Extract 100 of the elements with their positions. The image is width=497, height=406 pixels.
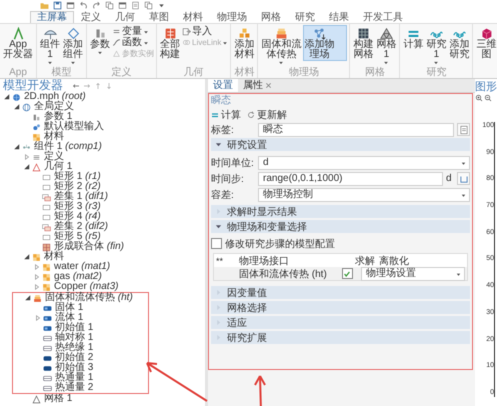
tree-item[interactable]: 初始值 2 bbox=[55, 353, 94, 363]
tree-item[interactable]: 2D.mph (root) bbox=[24, 92, 86, 102]
section-header[interactable]: 物理场和变量选择 bbox=[211, 220, 470, 234]
tree-item[interactable]: 形成联合体 (fin) bbox=[54, 242, 124, 252]
collapse-arrow-icon[interactable] bbox=[4, 94, 10, 100]
tree-item[interactable]: 轴对称 1 bbox=[55, 333, 94, 343]
copy-icon[interactable] bbox=[144, 1, 153, 10]
down-arrow-icon[interactable] bbox=[105, 82, 113, 90]
tree-item[interactable]: 矩形 2 (r2) bbox=[54, 182, 101, 192]
tree-item[interactable]: 默认模型输入 bbox=[44, 122, 104, 132]
ribbon-tab[interactable]: 物理场 bbox=[210, 11, 254, 23]
section-header[interactable]: 求解时显示结果 bbox=[211, 205, 470, 219]
zoom-out-icon[interactable] bbox=[484, 94, 492, 102]
ribbon-button[interactable]: 函数 bbox=[112, 37, 154, 48]
text-field[interactable]: range(0,0.1,1000) bbox=[258, 172, 443, 186]
expand-arrow-icon[interactable] bbox=[24, 154, 30, 160]
ribbon-tab[interactable]: 开发工具 bbox=[356, 11, 410, 23]
ribbon-button[interactable]: 构建网格 bbox=[352, 25, 374, 61]
save-icon[interactable] bbox=[53, 1, 62, 10]
ribbon-button[interactable]: 研究 1 bbox=[425, 25, 448, 67]
ribbon-tab[interactable]: 几何 bbox=[108, 11, 142, 23]
tree-item[interactable]: 几何 1 bbox=[44, 162, 72, 172]
tree-item[interactable]: 材料 bbox=[44, 252, 64, 262]
back-arrow-icon[interactable] bbox=[72, 82, 80, 90]
ribbon-tab[interactable]: 定义 bbox=[74, 11, 108, 23]
undo-icon[interactable] bbox=[79, 1, 88, 10]
section-header[interactable]: 适应 bbox=[211, 316, 470, 330]
ribbon-tab[interactable]: 主屏幕 bbox=[30, 11, 74, 23]
expand-arrow-icon[interactable] bbox=[34, 284, 40, 290]
expand-arrow-icon[interactable] bbox=[34, 274, 40, 280]
toolbar-button[interactable]: 计算 bbox=[211, 108, 241, 122]
redo-icon[interactable] bbox=[92, 1, 101, 10]
section-header[interactable]: 研究扩展 bbox=[211, 331, 470, 345]
ribbon-tab[interactable]: 结果 bbox=[322, 11, 356, 23]
forward-arrow-icon[interactable] bbox=[83, 82, 91, 90]
tree-item[interactable]: water (mat1) bbox=[54, 262, 110, 272]
section-header[interactable]: 网格选择 bbox=[211, 301, 470, 315]
tree-item[interactable]: 热绝缘 1 bbox=[55, 343, 94, 353]
expand-arrow-icon[interactable] bbox=[34, 315, 40, 321]
expand-arrow-icon[interactable] bbox=[34, 264, 40, 270]
dropdown[interactable]: 物理场控制 bbox=[258, 188, 470, 202]
tree-item[interactable]: 组件 1 (comp1) bbox=[34, 142, 102, 152]
ribbon-button[interactable]: 导入 bbox=[182, 26, 228, 37]
tree-item[interactable]: 差集 2 (dif2) bbox=[54, 222, 108, 232]
dropdown[interactable]: 物理场设置 bbox=[361, 266, 465, 280]
section-header[interactable]: 因变量值 bbox=[211, 286, 470, 300]
section-header[interactable]: 研究设置 bbox=[211, 138, 470, 152]
tree-item[interactable]: 热通量 2 bbox=[55, 383, 94, 393]
tree-item[interactable]: 全局定义 bbox=[34, 102, 74, 112]
ribbon-button[interactable]: 变量 bbox=[112, 26, 154, 37]
tree-item[interactable]: 差集 1 (dif1) bbox=[54, 192, 108, 202]
ribbon-button[interactable]: 组件 1 bbox=[39, 25, 61, 67]
panel-tab[interactable]: 属性 bbox=[238, 79, 277, 92]
tree-item[interactable]: gas (mat2) bbox=[54, 272, 102, 282]
ribbon-button[interactable]: App 开发器 bbox=[2, 25, 34, 61]
collapse-arrow-icon[interactable] bbox=[14, 104, 20, 110]
ribbon-tab[interactable]: 材料 bbox=[176, 11, 210, 23]
checkbox[interactable] bbox=[342, 268, 352, 279]
collapse-arrow-icon[interactable] bbox=[24, 295, 30, 301]
toolbar-button[interactable]: 更新解 bbox=[247, 108, 287, 122]
tree-item[interactable]: 固体 1 bbox=[55, 303, 84, 313]
ribbon-button[interactable]: 三维图 bbox=[475, 25, 497, 61]
tree-item[interactable]: 矩形 4 (r4) bbox=[54, 212, 101, 222]
tree-item[interactable]: 热通量 1 bbox=[55, 373, 94, 383]
ribbon-button[interactable]: 固体和流体传热 bbox=[260, 25, 302, 67]
ribbon-button[interactable]: 添加研究 bbox=[448, 25, 470, 61]
ribbon-button[interactable]: 全部构建 bbox=[159, 25, 181, 61]
up-arrow-icon[interactable] bbox=[94, 82, 102, 90]
tree-item[interactable]: 流体 1 bbox=[55, 313, 84, 323]
copy-icon[interactable] bbox=[105, 1, 114, 10]
collapse-arrow-icon[interactable] bbox=[24, 164, 30, 170]
tree-item[interactable]: 矩形 1 (r1) bbox=[54, 172, 101, 182]
tree-item[interactable]: 定义 bbox=[44, 152, 64, 162]
icon-button[interactable] bbox=[457, 172, 470, 185]
ribbon-button[interactable]: 参数 bbox=[89, 25, 111, 57]
dropdown[interactable]: d bbox=[258, 156, 470, 170]
document-icon[interactable] bbox=[131, 1, 140, 10]
tree-item[interactable]: Copper (mat3) bbox=[54, 282, 118, 292]
collapse-arrow-icon[interactable] bbox=[24, 254, 30, 260]
label-field[interactable]: 瞬态 bbox=[258, 122, 454, 136]
ribbon-tab[interactable]: 研究 bbox=[288, 11, 322, 23]
window-icon[interactable] bbox=[118, 1, 127, 10]
ribbon-button[interactable]: 添加物理场 bbox=[303, 25, 348, 61]
tree-item[interactable]: 初始值 1 bbox=[55, 323, 94, 333]
ribbon-button[interactable]: 添加材料 bbox=[233, 25, 256, 61]
ribbon-tab[interactable]: 网格 bbox=[254, 11, 288, 23]
tree-item[interactable]: 参数 1 bbox=[44, 112, 72, 122]
tree-item[interactable]: 固体和流体传热 (ht) bbox=[45, 293, 133, 303]
ribbon-button[interactable]: 网格 1 bbox=[375, 25, 398, 67]
window-icon[interactable] bbox=[66, 1, 75, 10]
tree-item[interactable]: 矩形 3 (r3) bbox=[54, 202, 101, 212]
zoom-in-icon[interactable] bbox=[475, 94, 483, 102]
close-icon[interactable] bbox=[265, 82, 272, 89]
ribbon-button[interactable]: 添加组件 bbox=[62, 25, 84, 67]
tree-item[interactable]: 材料 bbox=[44, 132, 64, 142]
checkbox[interactable] bbox=[211, 238, 222, 249]
ribbon-tab[interactable]: 草图 bbox=[142, 11, 176, 23]
tree-item[interactable]: 初始值 3 bbox=[55, 363, 94, 373]
collapse-arrow-icon[interactable] bbox=[14, 144, 20, 150]
tree-item[interactable]: 矩形 5 (r5) bbox=[54, 232, 101, 242]
